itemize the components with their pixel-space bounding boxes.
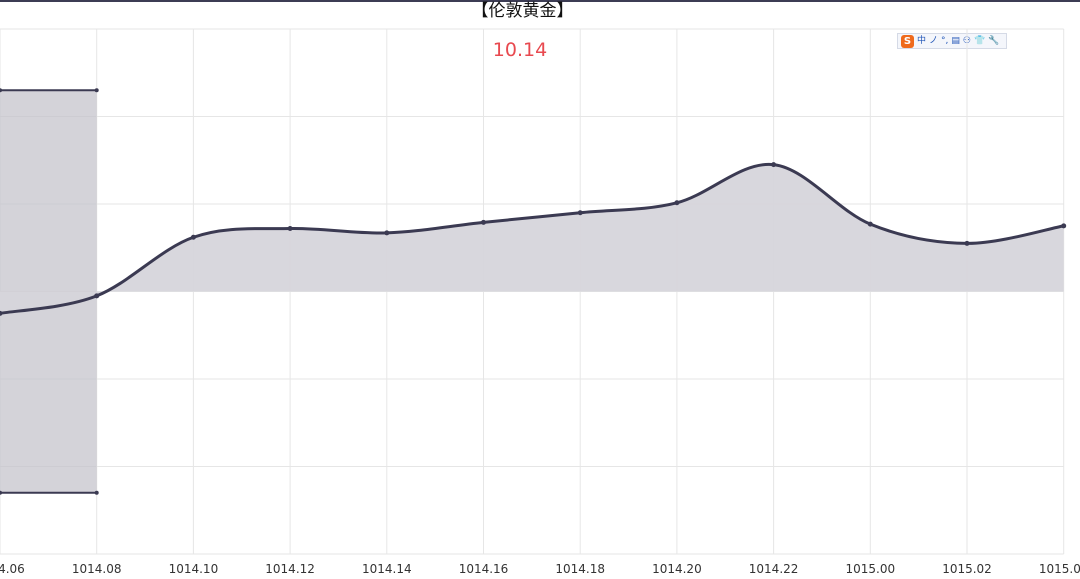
data-point	[964, 240, 970, 246]
data-point	[1061, 223, 1067, 229]
data-point	[674, 200, 680, 206]
x-tick-label: 1014.18	[555, 562, 605, 576]
data-point	[771, 162, 777, 168]
area-group	[0, 164, 1064, 314]
x-tick-label: 1014.16	[459, 562, 509, 576]
x-tick-label: 1014.06	[0, 562, 25, 576]
chart-svg: 1014.06 1014.08 1014.10 1014.12 1014.14 1014.…	[0, 28, 1080, 576]
data-point	[577, 210, 583, 216]
x-tick-label: 1015.02	[942, 562, 992, 576]
x-tick-label: 1014.08	[72, 562, 122, 576]
x-axis-ticks: 1014.06 1014.08 1014.10 1014.12 1014.14 1014.…	[0, 562, 1080, 576]
x-tick-label: 1014.12	[265, 562, 315, 576]
series-area	[0, 164, 1064, 314]
x-tick-label: 1014.22	[749, 562, 799, 576]
data-point	[867, 221, 873, 227]
x-tick-label: 1015.04	[1039, 562, 1080, 576]
data-point	[481, 219, 486, 225]
highlight-band-marker	[94, 88, 99, 93]
highlight-band-marker	[94, 490, 99, 495]
x-tick-label: 1015.00	[845, 562, 895, 576]
x-tick-label: 1014.10	[169, 562, 219, 576]
data-point	[287, 226, 293, 231]
data-point	[94, 293, 100, 299]
data-point	[384, 230, 390, 236]
data-point	[190, 234, 196, 240]
x-tick-label: 1014.14	[362, 562, 412, 576]
x-tick-label: 1014.20	[652, 562, 702, 576]
